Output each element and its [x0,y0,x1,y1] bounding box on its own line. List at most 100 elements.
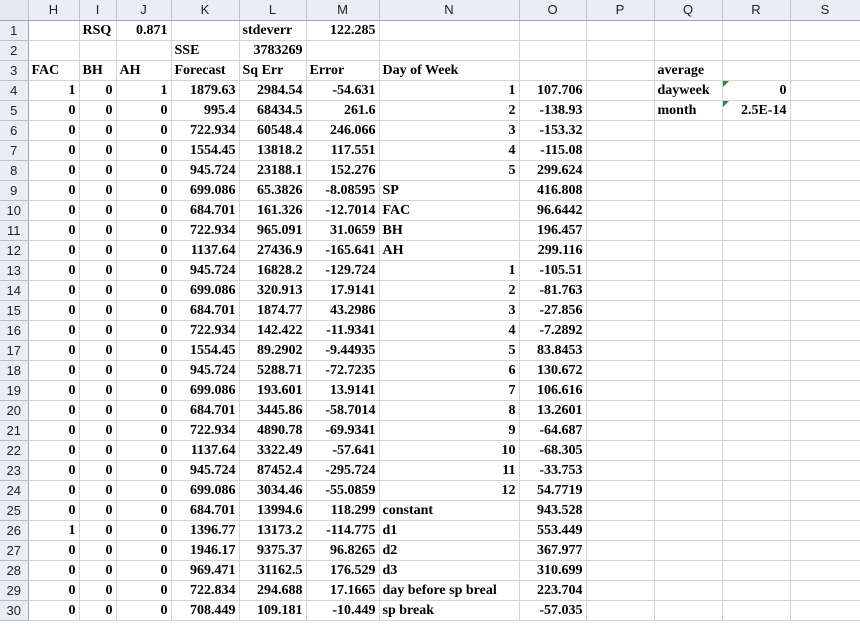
cell-h18[interactable]: 0 [28,360,80,381]
cell-n19[interactable]: 7 [379,380,520,401]
cell-h28[interactable]: 0 [28,560,80,581]
cell-h22[interactable]: 0 [28,440,80,461]
cell-j20[interactable]: 0 [116,400,172,421]
cell-q18[interactable] [654,360,723,381]
cell-p25[interactable] [586,500,655,521]
cell-i8[interactable]: 0 [79,160,117,181]
cell-p12[interactable] [586,240,655,261]
cell-s6[interactable] [790,120,860,141]
cell-k19[interactable]: 699.086 [171,380,240,401]
cell-m11[interactable]: 31.0659 [306,220,380,241]
cell-i15[interactable]: 0 [79,300,117,321]
cell-j1[interactable]: 0.871 [116,20,172,41]
row-header[interactable]: 17 [0,340,29,361]
cell-j30[interactable]: 0 [116,600,172,621]
cell-r19[interactable] [722,380,791,401]
column-header-r[interactable]: R [722,0,791,21]
cell-q9[interactable] [654,180,723,201]
select-all-corner[interactable] [0,0,29,21]
cell-s22[interactable] [790,440,860,461]
cell-h14[interactable]: 0 [28,280,80,301]
cell-r2[interactable] [722,40,791,61]
cell-r14[interactable] [722,280,791,301]
cell-l1[interactable]: stdeverr [239,20,307,41]
cell-p7[interactable] [586,140,655,161]
cell-n7[interactable]: 4 [379,140,520,161]
cell-l7[interactable]: 13818.2 [239,140,307,161]
cell-n5[interactable]: 2 [379,100,520,121]
cell-k21[interactable]: 722.934 [171,420,240,441]
cell-i29[interactable]: 0 [79,580,117,601]
cell-o5[interactable]: -138.93 [519,100,587,121]
column-header-s[interactable]: S [790,0,860,21]
cell-s27[interactable] [790,540,860,561]
cell-q25[interactable] [654,500,723,521]
row-header[interactable]: 18 [0,360,29,381]
cell-h10[interactable]: 0 [28,200,80,221]
cell-i17[interactable]: 0 [79,340,117,361]
cell-m22[interactable]: -57.641 [306,440,380,461]
cell-q8[interactable] [654,160,723,181]
cell-m25[interactable]: 118.299 [306,500,380,521]
cell-j10[interactable]: 0 [116,200,172,221]
cell-q1[interactable] [654,20,723,41]
cell-n29[interactable]: day before sp breal [379,580,520,601]
cell-l29[interactable]: 294.688 [239,580,307,601]
cell-h1[interactable] [28,20,80,41]
cell-h25[interactable]: 0 [28,500,80,521]
cell-p26[interactable] [586,520,655,541]
cell-o12[interactable]: 299.116 [519,240,587,261]
cell-i16[interactable]: 0 [79,320,117,341]
cell-k22[interactable]: 1137.64 [171,440,240,461]
cell-o16[interactable]: -7.2892 [519,320,587,341]
cell-k26[interactable]: 1396.77 [171,520,240,541]
row-header[interactable]: 15 [0,300,29,321]
cell-s18[interactable] [790,360,860,381]
cell-h9[interactable]: 0 [28,180,80,201]
row-header[interactable]: 10 [0,200,29,221]
cell-i25[interactable]: 0 [79,500,117,521]
cell-o10[interactable]: 96.6442 [519,200,587,221]
cell-k30[interactable]: 708.449 [171,600,240,621]
cell-p20[interactable] [586,400,655,421]
cell-p22[interactable] [586,440,655,461]
cell-n12[interactable]: AH [379,240,520,261]
cell-q4[interactable]: dayweek [654,80,723,101]
cell-q10[interactable] [654,200,723,221]
cell-n11[interactable]: BH [379,220,520,241]
row-header[interactable]: 2 [0,40,29,61]
cell-q26[interactable] [654,520,723,541]
cell-r4[interactable]: 0 [722,80,791,101]
cell-k4[interactable]: 1879.63 [171,80,240,101]
cell-j25[interactable]: 0 [116,500,172,521]
cell-o24[interactable]: 54.7719 [519,480,587,501]
cell-k29[interactable]: 722.834 [171,580,240,601]
row-header[interactable]: 3 [0,60,29,81]
cell-l6[interactable]: 60548.4 [239,120,307,141]
cell-r17[interactable] [722,340,791,361]
cell-k25[interactable]: 684.701 [171,500,240,521]
cell-l9[interactable]: 65.3826 [239,180,307,201]
cell-m16[interactable]: -11.9341 [306,320,380,341]
cell-s8[interactable] [790,160,860,181]
cell-o1[interactable] [519,20,587,41]
cell-q21[interactable] [654,420,723,441]
cell-h23[interactable]: 0 [28,460,80,481]
cell-s19[interactable] [790,380,860,401]
cell-l18[interactable]: 5288.71 [239,360,307,381]
cell-q2[interactable] [654,40,723,61]
cell-r29[interactable] [722,580,791,601]
row-header[interactable]: 22 [0,440,29,461]
cell-k18[interactable]: 945.724 [171,360,240,381]
cell-i22[interactable]: 0 [79,440,117,461]
cell-l19[interactable]: 193.601 [239,380,307,401]
cell-h7[interactable]: 0 [28,140,80,161]
cell-s20[interactable] [790,400,860,421]
cell-i23[interactable]: 0 [79,460,117,481]
cell-h26[interactable]: 1 [28,520,80,541]
cell-l3[interactable]: Sq Err [239,60,307,81]
cell-s24[interactable] [790,480,860,501]
cell-m21[interactable]: -69.9341 [306,420,380,441]
cell-i3[interactable]: BH [79,60,117,81]
row-header[interactable]: 20 [0,400,29,421]
